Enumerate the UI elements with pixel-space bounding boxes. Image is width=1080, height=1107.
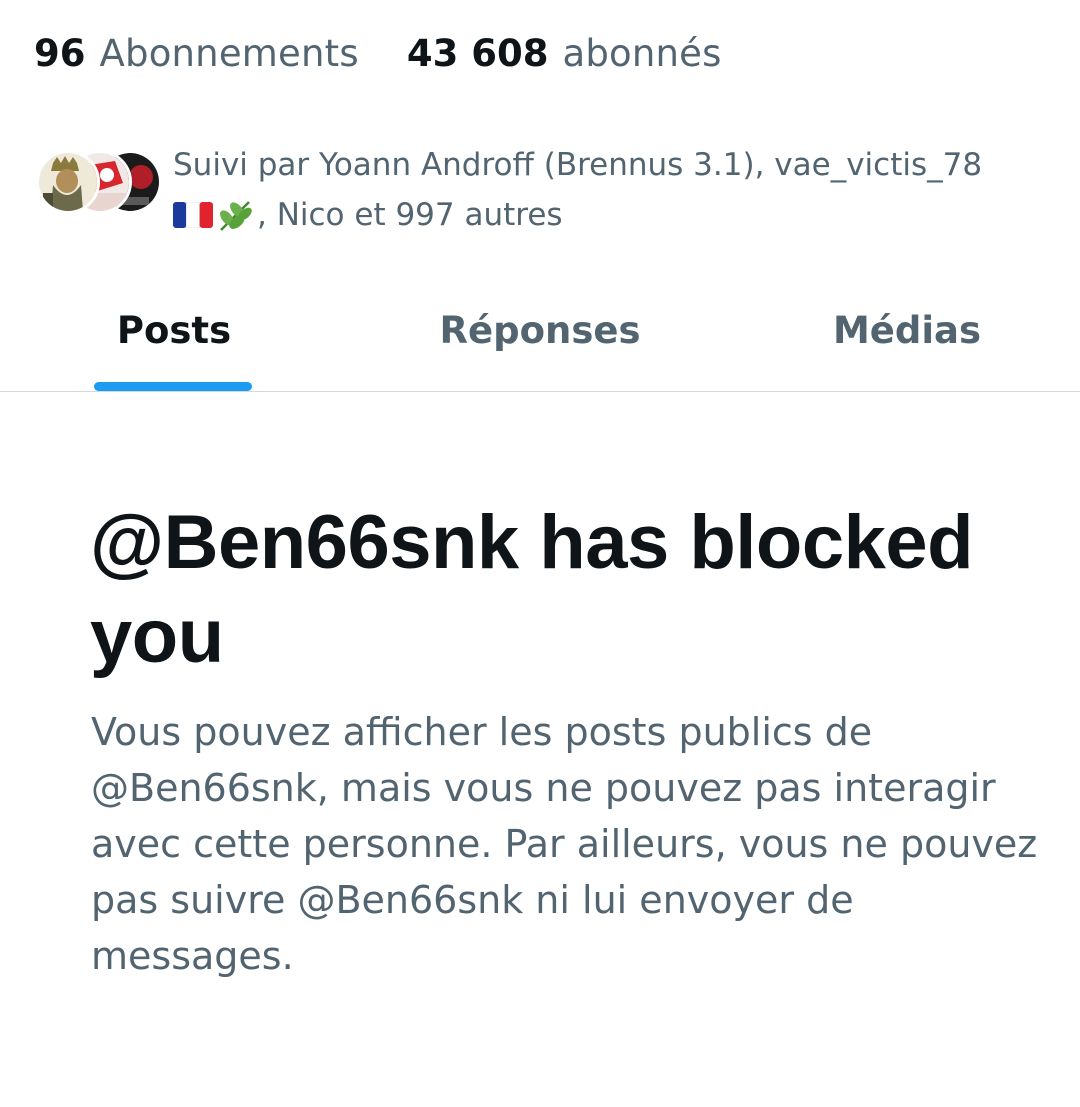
- followers-you-know[interactable]: Suivi par Yoann Androff (Brennus 3.1), v…: [36, 140, 1046, 240]
- avatar: [36, 150, 100, 214]
- tab-replies[interactable]: Réponses: [420, 270, 660, 391]
- followers-stat-link[interactable]: 43 608 abonnés: [407, 32, 722, 75]
- blocked-title: @Ben66snk has blocked you: [90, 500, 974, 679]
- profile-page: 96 Abonnements 43 608 abonnés Suivi par …: [0, 0, 1080, 1107]
- followed-by-rest: , Nico et 997 autres: [257, 197, 563, 233]
- profile-stats: 96 Abonnements 43 608 abonnés: [34, 28, 722, 78]
- following-stat-link[interactable]: 96 Abonnements: [34, 32, 359, 75]
- followers-you-know-text: Suivi par Yoann Androff (Brennus 3.1), v…: [173, 140, 1053, 240]
- tab-posts[interactable]: Posts: [60, 270, 288, 391]
- follower-avatars: [36, 150, 162, 220]
- following-label: Abonnements: [99, 31, 359, 75]
- french-flag-icon: [173, 193, 213, 229]
- active-tab-indicator: [94, 382, 252, 391]
- followers-count: 43 608: [406, 31, 549, 75]
- tab-media[interactable]: Médias: [812, 270, 1002, 391]
- herb-icon: [215, 197, 255, 231]
- profile-tabs: Posts Réponses Médias: [0, 270, 1080, 392]
- following-count: 96: [34, 31, 86, 75]
- blocked-description: Vous pouvez afficher les posts publics d…: [91, 710, 1038, 978]
- followed-by-names: Suivi par Yoann Androff (Brennus 3.1), v…: [173, 147, 983, 183]
- followers-label: abonnés: [562, 31, 722, 75]
